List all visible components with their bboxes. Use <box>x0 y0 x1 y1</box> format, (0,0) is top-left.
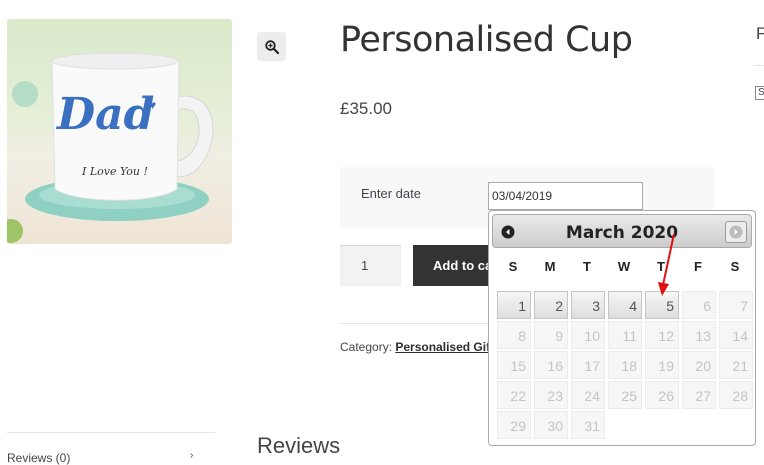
product-price: £35.00 <box>340 99 392 118</box>
calendar-day: 17 <box>571 351 605 379</box>
calendar-day: 20 <box>682 351 716 379</box>
calendar-day: 7 <box>719 291 753 319</box>
chevron-right-icon: › <box>190 450 194 461</box>
datepicker-header: March 2020 <box>492 214 752 248</box>
calendar-day: 22 <box>497 381 531 409</box>
calendar-day[interactable]: 5 <box>645 291 679 319</box>
calendar-day: 26 <box>645 381 679 409</box>
calendar-day: 12 <box>645 321 679 349</box>
category-link[interactable]: Personalised Gifti <box>395 340 497 354</box>
calendar-day: 10 <box>571 321 605 349</box>
mug-text-sub: I Love You ! <box>82 165 148 178</box>
product-title: Personalised Cup <box>340 20 633 60</box>
calendar-day: 27 <box>682 381 716 409</box>
heart-icon: ♥ <box>149 98 157 112</box>
weekday-header: S <box>508 259 518 274</box>
calendar-day[interactable]: 1 <box>497 291 531 319</box>
weekday-header: M <box>544 259 556 274</box>
calendar-day: 23 <box>534 381 568 409</box>
reviews-heading: Reviews <box>257 433 341 458</box>
sidebar-heading: F <box>756 24 764 43</box>
datepicker: March 2020 SMTWTFS 1 2 3 4 5 6 7 8 9 10 11 12 13 14 15… <box>488 210 756 446</box>
calendar-day[interactable]: 2 <box>534 291 568 319</box>
calendar-day: 13 <box>682 321 716 349</box>
calendar-day[interactable]: 3 <box>571 291 605 319</box>
circle-arrow-right-icon <box>729 225 743 239</box>
calendar-day: 28 <box>719 381 753 409</box>
calendar-day[interactable]: 4 <box>608 291 642 319</box>
calendar-day: 14 <box>719 321 753 349</box>
calendar-day: 31 <box>571 411 605 439</box>
sidebar-divider <box>754 65 764 66</box>
next-month-button[interactable] <box>725 221 747 243</box>
calendar-day: 11 <box>608 321 642 349</box>
calendar-day: 19 <box>645 351 679 379</box>
weekday-header: T <box>583 259 591 274</box>
weekday-header: W <box>617 259 631 274</box>
calendar-day: 29 <box>497 411 531 439</box>
calendar-day: 8 <box>497 321 531 349</box>
calendar-day: 6 <box>682 291 716 319</box>
date-input[interactable] <box>488 182 643 210</box>
date-field-label: Enter date <box>361 186 421 201</box>
quantity-input[interactable] <box>340 245 401 286</box>
calendar-day: 16 <box>534 351 568 379</box>
calendar-day: 24 <box>571 381 605 409</box>
calendar-day: 9 <box>534 321 568 349</box>
zoom-in-icon <box>264 39 279 54</box>
category-row: Category: Personalised Gifti <box>340 340 497 354</box>
sidebar-select[interactable]: S <box>755 86 764 100</box>
tab-reviews[interactable]: Reviews (0) <box>7 451 70 465</box>
datepicker-weekdays: SMTWTFS <box>492 259 752 279</box>
tab-divider <box>7 432 215 433</box>
product-image[interactable]: Dad I Love You ! ♥ <box>7 19 232 244</box>
weekday-header: S <box>730 259 740 274</box>
calendar-day: 21 <box>719 351 753 379</box>
category-prefix: Category: <box>340 340 393 354</box>
mug-text-main: Dad <box>57 89 155 140</box>
calendar-day: 30 <box>534 411 568 439</box>
zoom-button[interactable] <box>257 32 286 61</box>
weekday-header: T <box>657 259 665 274</box>
calendar-day: 15 <box>497 351 531 379</box>
calendar-day: 25 <box>608 381 642 409</box>
calendar-day: 18 <box>608 351 642 379</box>
datepicker-title: March 2020 <box>565 223 679 243</box>
weekday-header: F <box>694 259 702 274</box>
